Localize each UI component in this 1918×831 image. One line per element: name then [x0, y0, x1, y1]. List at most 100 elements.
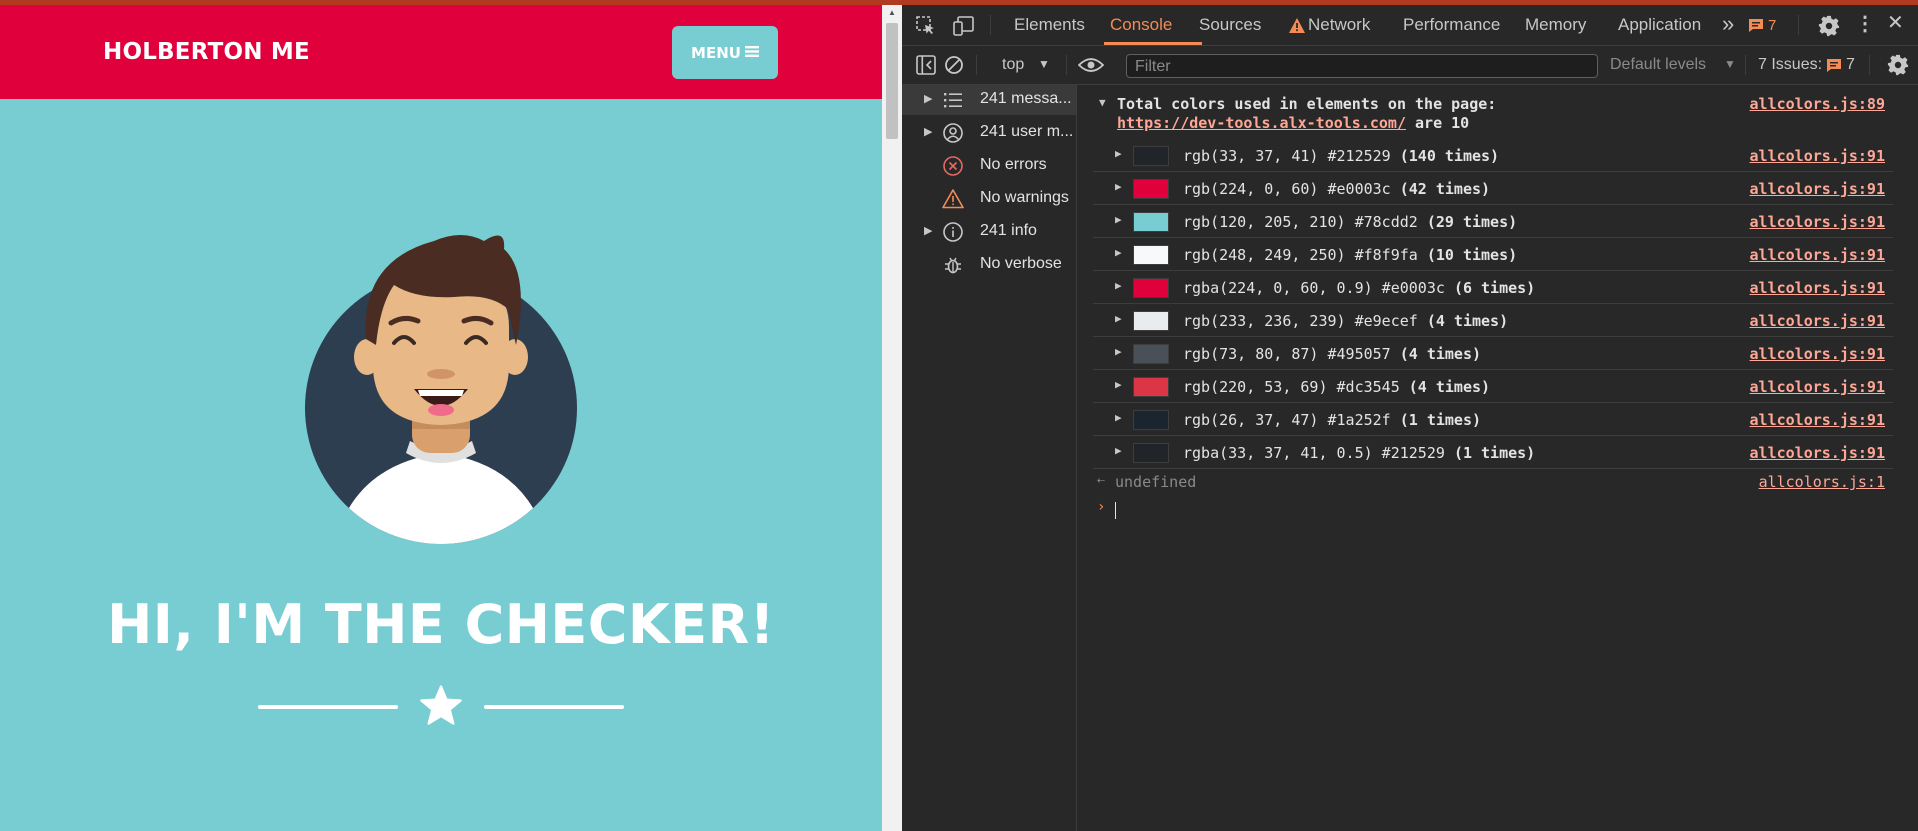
tab-application[interactable]: Application — [1618, 15, 1701, 35]
devtools-tab-bar: Elements Console Sources Network Perform… — [902, 5, 1918, 46]
source-link[interactable]: allcolors.js:91 — [1750, 279, 1885, 297]
source-link[interactable]: allcolors.js:89 — [1750, 95, 1885, 113]
expand-arrow-icon[interactable]: ▶ — [1115, 378, 1122, 391]
sidebar-item-warnings[interactable]: No warnings — [902, 184, 1076, 214]
source-link[interactable]: allcolors.js:91 — [1750, 213, 1885, 231]
menu-button[interactable]: MENU — [672, 26, 778, 79]
live-expression-eye-icon[interactable] — [1077, 56, 1105, 77]
source-link[interactable]: allcolors.js:1 — [1759, 473, 1885, 491]
color-swatch — [1133, 212, 1169, 232]
page-url-link[interactable]: https://dev-tools.alx-tools.com/ — [1117, 114, 1406, 132]
color-value: rgb(248, 249, 250) #f8f9fa — [1183, 246, 1418, 264]
expand-arrow-icon[interactable]: ▶ — [1115, 312, 1122, 325]
avatar-image — [294, 227, 584, 545]
active-tab-indicator — [1104, 42, 1202, 45]
issues-message-icon[interactable] — [1826, 58, 1842, 76]
sidebar-item-label: 241 user m... — [980, 123, 1074, 140]
expand-arrow-icon[interactable]: ▶ — [924, 125, 932, 138]
console-sidebar: ▶ 241 messa... ▶ 241 user m... No errors… — [902, 85, 1077, 831]
settings-gear-icon[interactable] — [1818, 15, 1840, 40]
color-log-row[interactable]: ▶ rgb(233, 236, 239) #e9ecef (4 times) all… — [1093, 304, 1893, 337]
color-log-row[interactable]: ▶ rgb(248, 249, 250) #f8f9fa (10 times) al… — [1093, 238, 1893, 271]
source-link[interactable]: allcolors.js:91 — [1750, 345, 1885, 363]
issues-message-icon[interactable] — [1748, 18, 1764, 36]
console-settings-gear-icon[interactable] — [1887, 54, 1909, 79]
color-log-row[interactable]: ▶ rgb(120, 205, 210) #78cdd2 (29 times) al… — [1093, 205, 1893, 238]
color-log-row[interactable]: ▶ rgba(224, 0, 60, 0.9) #e0003c (6 times)… — [1093, 271, 1893, 304]
list-icon — [942, 89, 964, 111]
device-toolbar-icon[interactable] — [953, 16, 975, 39]
tab-network[interactable]: Network — [1308, 15, 1370, 35]
source-link[interactable]: allcolors.js:91 — [1750, 246, 1885, 264]
expand-arrow-icon[interactable]: ▶ — [1115, 246, 1122, 259]
inspect-element-icon[interactable] — [916, 16, 936, 39]
return-value-arrow-icon: ⇠ — [1097, 473, 1105, 488]
color-log-row[interactable]: ▶ rgb(224, 0, 60) #e0003c (42 times) allco… — [1093, 172, 1893, 205]
context-selector[interactable]: top — [1002, 56, 1024, 74]
devtools-panel: Elements Console Sources Network Perform… — [902, 5, 1918, 831]
console-result-row: ⇠ undefined allcolors.js:1 — [1093, 473, 1893, 495]
source-link[interactable]: allcolors.js:91 — [1750, 444, 1885, 462]
tab-memory[interactable]: Memory — [1525, 15, 1586, 35]
expand-arrow-icon[interactable]: ▶ — [1115, 411, 1122, 424]
color-log-row[interactable]: ▶ rgba(33, 37, 41, 0.5) #212529 (1 times)… — [1093, 436, 1893, 469]
page-scrollbar[interactable]: ▲ — [882, 5, 902, 831]
source-link[interactable]: allcolors.js:91 — [1750, 378, 1885, 396]
color-log-row[interactable]: ▶ rgb(220, 53, 69) #dc3545 (4 times) allco… — [1093, 370, 1893, 403]
color-count: (42 times) — [1399, 180, 1491, 198]
expand-arrow-icon[interactable]: ▶ — [1115, 444, 1122, 457]
expand-arrow-icon[interactable]: ▶ — [924, 224, 932, 237]
more-tabs-chevron-icon[interactable]: » — [1722, 11, 1734, 37]
sidebar-item-messages[interactable]: ▶ 241 messa... — [902, 85, 1076, 115]
expand-arrow-icon[interactable]: ▶ — [1115, 279, 1122, 292]
clear-console-icon[interactable] — [944, 55, 964, 78]
console-prompt[interactable]: › — [1093, 499, 1893, 521]
log-levels-dropdown[interactable]: Default levels — [1610, 56, 1706, 74]
source-link[interactable]: allcolors.js:91 — [1750, 312, 1885, 330]
color-log-row[interactable]: ▶ rgb(33, 37, 41) #212529 (140 times) allc… — [1093, 139, 1893, 172]
more-options-kebab-icon[interactable]: ⋮ — [1855, 14, 1875, 34]
expand-arrow-icon[interactable]: ▶ — [1115, 147, 1122, 160]
color-value: rgb(220, 53, 69) #dc3545 — [1183, 378, 1400, 396]
color-value: rgba(33, 37, 41, 0.5) #212529 — [1183, 444, 1445, 462]
brand-logo[interactable]: HOLBERTON ME — [103, 39, 310, 65]
collapse-arrow-icon[interactable]: ▼ — [1099, 96, 1106, 109]
source-link[interactable]: allcolors.js:91 — [1750, 180, 1885, 198]
levels-dropdown-arrow-icon[interactable]: ▼ — [1724, 57, 1736, 71]
context-dropdown-arrow-icon[interactable]: ▼ — [1038, 57, 1050, 71]
color-value: rgb(233, 236, 239) #e9ecef — [1183, 312, 1418, 330]
console-toolbar: top ▼ Filter Default levels ▼ 7 Issues: … — [902, 46, 1918, 85]
color-count: (140 times) — [1399, 147, 1500, 165]
issues-badge-count[interactable]: 7 — [1768, 17, 1776, 34]
sidebar-item-errors[interactable]: No errors — [902, 151, 1076, 181]
sidebar-item-user-messages[interactable]: ▶ 241 user m... — [902, 118, 1076, 148]
scroll-up-arrow-icon[interactable]: ▲ — [882, 5, 902, 21]
issues-count[interactable]: 7 — [1846, 56, 1855, 74]
issues-label[interactable]: 7 Issues: — [1758, 56, 1822, 74]
expand-arrow-icon[interactable]: ▶ — [1115, 180, 1122, 193]
sidebar-item-info[interactable]: ▶ 241 info — [902, 217, 1076, 247]
tab-sources[interactable]: Sources — [1199, 15, 1261, 35]
text-cursor — [1115, 502, 1116, 519]
source-link[interactable]: allcolors.js:91 — [1750, 411, 1885, 429]
console-output: ▼ Total colors used in elements on the p… — [1077, 85, 1918, 831]
color-log-row[interactable]: ▶ rgb(73, 80, 87) #495057 (4 times) allcol… — [1093, 337, 1893, 370]
color-value: rgb(26, 37, 47) #1a252f — [1183, 411, 1391, 429]
color-log-row[interactable]: ▶ rgb(26, 37, 47) #1a252f (1 times) allcol… — [1093, 403, 1893, 436]
close-devtools-icon[interactable]: ✕ — [1887, 13, 1904, 33]
tab-console[interactable]: Console — [1110, 15, 1172, 35]
source-link[interactable]: allcolors.js:91 — [1750, 147, 1885, 165]
console-group-header[interactable]: ▼ Total colors used in elements on the p… — [1093, 95, 1893, 135]
menu-label: MENU — [691, 43, 741, 62]
expand-arrow-icon[interactable]: ▶ — [924, 92, 932, 105]
toggle-sidebar-icon[interactable] — [916, 55, 936, 78]
sidebar-item-label: No verbose — [980, 255, 1062, 272]
expand-arrow-icon[interactable]: ▶ — [1115, 213, 1122, 226]
tab-elements[interactable]: Elements — [1014, 15, 1085, 35]
sidebar-item-verbose[interactable]: No verbose — [902, 250, 1076, 280]
tab-performance[interactable]: Performance — [1403, 15, 1500, 35]
scrollbar-thumb[interactable] — [886, 23, 898, 139]
filter-input[interactable]: Filter — [1126, 54, 1598, 78]
user-icon — [942, 122, 964, 144]
expand-arrow-icon[interactable]: ▶ — [1115, 345, 1122, 358]
